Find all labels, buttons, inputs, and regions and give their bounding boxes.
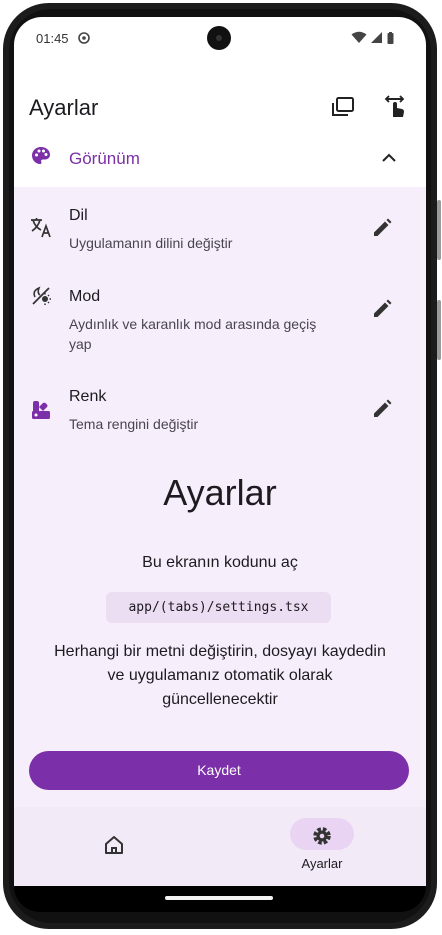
front-camera <box>207 26 231 50</box>
pencil-icon[interactable] <box>370 216 394 240</box>
main-title: Ayarlar <box>163 472 277 513</box>
setting-item-language[interactable]: Dil Uygulamanın dilini değiştir <box>14 207 426 267</box>
touch-icon[interactable] <box>381 93 409 121</box>
setting-description: Tema rengini değiştir <box>69 416 199 432</box>
setting-name: Dil <box>69 207 88 224</box>
bottom-navigation: Ayarlar <box>14 807 426 887</box>
setting-description: Uygulamanın dilini değiştir <box>69 235 233 251</box>
battery-icon <box>387 32 394 44</box>
palette-icon <box>32 147 50 164</box>
windows-icon[interactable] <box>329 93 357 121</box>
translate-icon <box>31 218 51 238</box>
theme-mode-icon <box>32 286 51 305</box>
open-code-text: Bu ekranın kodunu aç <box>142 554 298 571</box>
save-button[interactable]: Kaydet <box>29 751 409 790</box>
file-path: app/(tabs)/settings.tsx <box>106 592 331 623</box>
volume-button <box>437 300 441 360</box>
sync-icon <box>78 32 90 44</box>
color-icon <box>32 401 50 419</box>
setting-name: Renk <box>69 388 107 405</box>
setting-item-mode[interactable]: Mod Aydınlık ve karanlık mod arasında ge… <box>14 286 426 368</box>
gear-icon[interactable] <box>310 824 334 848</box>
nav-settings-label[interactable]: Ayarlar <box>290 856 354 871</box>
home-icon[interactable] <box>102 833 126 857</box>
power-button <box>437 200 441 260</box>
hint-text: Herhangi bir metni değiştirin, dosyayı k… <box>54 643 386 708</box>
wifi-icon <box>351 31 367 43</box>
signal-icon <box>371 32 382 43</box>
app-header: Ayarlar <box>14 59 426 131</box>
setting-description: Aydınlık ve karanlık mod arasında geçiş … <box>69 316 317 352</box>
setting-name: Mod <box>69 288 101 305</box>
gesture-bar[interactable] <box>165 896 273 900</box>
pencil-icon[interactable] <box>370 297 394 321</box>
status-time: 01:45 <box>36 31 69 46</box>
app-screen: 01:45 Ayarlar Görünüm Dil Uygulamanın di… <box>14 17 426 887</box>
section-title: Görünüm <box>69 149 140 168</box>
setting-item-color[interactable]: Renk Tema rengini değiştir <box>14 388 426 448</box>
pencil-icon[interactable] <box>370 397 394 421</box>
page-title: Ayarlar <box>29 95 99 120</box>
status-bar: 01:45 <box>14 17 426 59</box>
appearance-section-header[interactable]: Görünüm <box>14 131 426 187</box>
chevron-up-icon[interactable] <box>378 147 400 169</box>
